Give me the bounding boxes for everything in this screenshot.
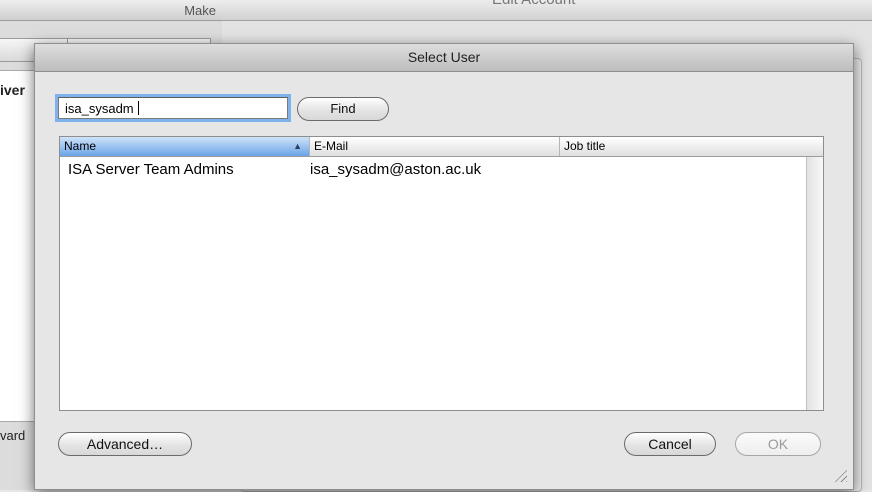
edit-account-titlebar: Edit Account — [222, 0, 872, 21]
results-table[interactable]: Name ▲ E-Mail Job title ISA Server Team … — [59, 136, 824, 411]
column-header-name-label: Name — [64, 139, 97, 153]
table-header: Name ▲ E-Mail Job title — [60, 137, 823, 157]
sort-ascending-icon: ▲ — [293, 141, 302, 151]
ok-button[interactable]: OK — [735, 432, 821, 456]
background-label: iver — [0, 82, 25, 98]
edit-account-title: Edit Account — [492, 0, 575, 8]
column-header-job-title-label: Job title — [564, 139, 606, 153]
find-button[interactable]: Find — [297, 97, 389, 121]
column-header-email[interactable]: E-Mail — [310, 137, 560, 156]
background-label-bottom: vard — [0, 428, 26, 443]
cancel-button[interactable]: Cancel — [624, 432, 716, 456]
column-header-email-label: E-Mail — [314, 139, 349, 153]
cell-name: ISA Server Team Admins — [68, 161, 234, 178]
background-window-left-title: Make — [184, 3, 216, 18]
vertical-scrollbar[interactable] — [806, 157, 823, 410]
column-header-name[interactable]: Name ▲ — [60, 137, 310, 156]
text-caret — [138, 101, 139, 115]
cell-email: isa_sysadm@aston.ac.uk — [310, 161, 482, 178]
background-window-left-titlebar: Make — [0, 0, 222, 21]
user-search-input[interactable] — [58, 97, 288, 119]
advanced-button[interactable]: Advanced… — [58, 432, 192, 456]
dialog-title: Select User — [35, 44, 853, 72]
column-header-job-title[interactable]: Job title — [560, 137, 823, 156]
